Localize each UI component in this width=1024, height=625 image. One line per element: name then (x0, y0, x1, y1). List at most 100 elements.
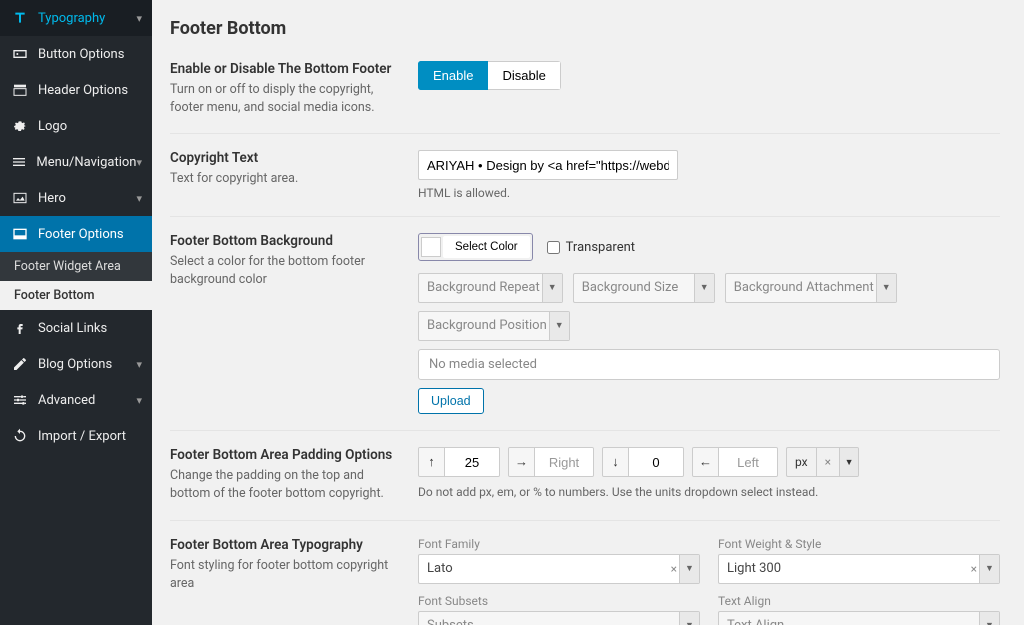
nav-label: Button Options (38, 47, 124, 62)
padding-top-input[interactable] (445, 448, 499, 476)
sub-item-footer-widget-area[interactable]: Footer Widget Area (0, 252, 152, 281)
chevron-down-icon: ▾ (136, 192, 142, 205)
select-color-button[interactable]: Select Color (443, 236, 530, 258)
nav-item-hero[interactable]: Hero▾ (0, 180, 152, 216)
padding-left-input[interactable] (719, 448, 777, 476)
arrow-down-icon: ↓ (603, 448, 629, 476)
padding-title: Footer Bottom Area Padding Options (170, 447, 394, 463)
bg-desc: Select a color for the bottom footer bac… (170, 253, 394, 289)
nav-item-menu-navigation[interactable]: Menu/Navigation▾ (0, 144, 152, 180)
nav-label: Logo (38, 119, 67, 134)
chevron-down-icon: ▼ (549, 312, 569, 340)
padding-bottom-group: ↓ (602, 447, 684, 477)
image-icon (10, 188, 30, 208)
chevron-down-icon: ▾ (136, 394, 142, 407)
nav-item-import-export[interactable]: Import / Export (0, 418, 152, 454)
color-swatch (421, 237, 441, 257)
padding-bottom-input[interactable] (629, 448, 683, 476)
font-subsets-label: Font Subsets (418, 594, 700, 608)
chevron-down-icon: ▼ (679, 612, 699, 625)
type-icon (10, 8, 30, 28)
header-icon (10, 80, 30, 100)
copyright-title: Copyright Text (170, 150, 394, 166)
sidebar: Typography ▾ Button Options Header Options L… (0, 0, 152, 625)
chevron-down-icon: ▾ (136, 12, 142, 25)
font-subsets-select[interactable]: Subsets▼ (418, 611, 700, 625)
bg-repeat-select[interactable]: Background Repeat▼ (418, 273, 563, 303)
bg-position-select[interactable]: Background Position▼ (418, 311, 570, 341)
nav-label: Social Links (38, 321, 107, 336)
main-panel: Footer Bottom Enable or Disable The Bott… (152, 0, 1024, 625)
copyright-hint: HTML is allowed. (418, 186, 1000, 200)
bg-attachment-select[interactable]: Background Attachment▼ (725, 273, 897, 303)
nav-label: Header Options (38, 83, 128, 98)
enable-title: Enable or Disable The Bottom Footer (170, 61, 394, 77)
nav-item-advanced[interactable]: Advanced ▾ (0, 382, 152, 418)
transparent-checkbox[interactable] (547, 241, 560, 254)
nav-item-header-options[interactable]: Header Options (0, 72, 152, 108)
chevron-down-icon: ▼ (876, 274, 896, 302)
arrow-up-icon: ↑ (419, 448, 445, 476)
chevron-down-icon: ▾ (136, 156, 142, 169)
padding-left-group: ← (692, 447, 778, 477)
padding-right-group: → (508, 447, 594, 477)
section-background: Footer Bottom Background Select a color … (170, 216, 1000, 414)
bg-size-select[interactable]: Background Size▼ (573, 273, 715, 303)
enable-desc: Turn on or off to disply the copyright, … (170, 81, 394, 117)
nav-label: Blog Options (38, 357, 112, 372)
enable-toggle: Enable Disable (418, 61, 561, 90)
chevron-down-icon: ▼ (679, 555, 699, 583)
sub-item-footer-bottom[interactable]: Footer Bottom (0, 281, 152, 310)
nav-label: Menu/Navigation (36, 155, 136, 170)
sliders-icon (10, 390, 30, 410)
disable-button[interactable]: Disable (488, 61, 560, 90)
nav-item-social-links[interactable]: Social Links (0, 310, 152, 346)
nav-item-logo[interactable]: Logo (0, 108, 152, 144)
nav-item-typography[interactable]: Typography ▾ (0, 0, 152, 36)
section-typography: Footer Bottom Area Typography Font styli… (170, 520, 1000, 625)
arrow-left-icon: ← (693, 448, 719, 476)
padding-desc: Change the padding on the top and bottom… (170, 467, 394, 503)
font-weight-label: Font Weight & Style (718, 537, 1000, 551)
nav-item-blog-options[interactable]: Blog Options ▾ (0, 346, 152, 382)
text-align-label: Text Align (718, 594, 1000, 608)
padding-hint: Do not add px, em, or % to numbers. Use … (418, 485, 1000, 499)
chevron-down-icon: ▼ (694, 274, 714, 302)
clear-icon[interactable]: × (816, 448, 840, 476)
clear-icon[interactable]: × (971, 560, 977, 578)
panel-icon (10, 224, 30, 244)
bg-color-picker[interactable]: Select Color (418, 233, 533, 261)
enable-button[interactable]: Enable (418, 61, 488, 90)
nav-label: Footer Options (38, 227, 124, 242)
fb-icon (10, 318, 30, 338)
section-padding: Footer Bottom Area Padding Options Chang… (170, 430, 1000, 503)
upload-button[interactable]: Upload (418, 388, 484, 414)
nav-label: Typography (38, 11, 105, 26)
transparent-label[interactable]: Transparent (547, 240, 635, 255)
nav-item-footer-options[interactable]: Footer Options (0, 216, 152, 252)
menu-icon (10, 152, 28, 172)
bg-title: Footer Bottom Background (170, 233, 394, 249)
padding-right-input[interactable] (535, 448, 593, 476)
chevron-down-icon: ▼ (979, 612, 999, 625)
media-display: No media selected (418, 349, 1000, 380)
page-title: Footer Bottom (170, 18, 1000, 39)
nav-label: Advanced (38, 393, 95, 408)
font-weight-select[interactable]: Light 300×▼ (718, 554, 1000, 584)
nav-item-button-options[interactable]: Button Options (0, 36, 152, 72)
gear-icon (10, 116, 30, 136)
font-family-label: Font Family (418, 537, 700, 551)
chevron-down-icon: ▼ (979, 555, 999, 583)
chevron-down-icon: ▾ (136, 358, 142, 371)
padding-top-group: ↑ (418, 447, 500, 477)
font-family-select[interactable]: Lato×▼ (418, 554, 700, 584)
padding-unit-select[interactable]: px × ▼ (786, 447, 859, 477)
chevron-down-icon: ▼ (840, 448, 858, 476)
typo-desc: Font styling for footer bottom copyright… (170, 557, 394, 593)
text-align-select[interactable]: Text Align▼ (718, 611, 1000, 625)
clear-icon[interactable]: × (671, 560, 677, 578)
section-copyright: Copyright Text Text for copyright area. … (170, 133, 1000, 200)
chevron-down-icon: ▼ (542, 274, 562, 302)
copyright-input[interactable] (418, 150, 678, 180)
section-enable: Enable or Disable The Bottom Footer Turn… (170, 61, 1000, 117)
